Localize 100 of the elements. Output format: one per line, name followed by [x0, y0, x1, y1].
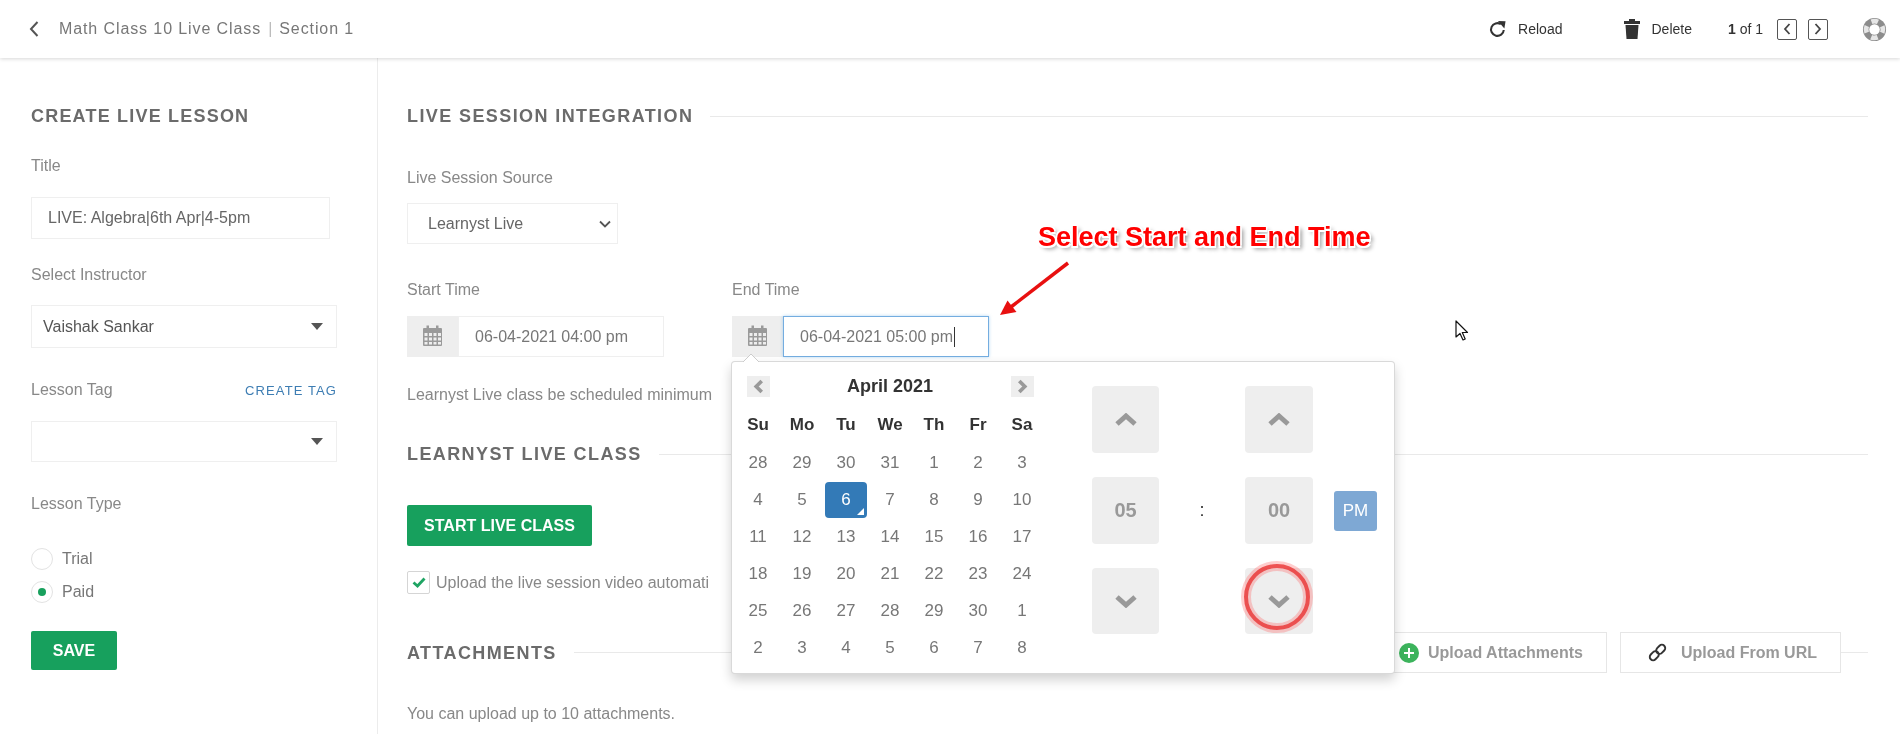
radio-button[interactable] — [31, 581, 53, 603]
chevron-down-icon — [599, 219, 611, 228]
weekday-label: We — [877, 415, 903, 435]
calendar-day[interactable]: 29 — [781, 444, 823, 481]
start-live-class-button[interactable]: START LIVE CLASS — [407, 505, 592, 546]
calendar-day[interactable]: 21 — [869, 555, 911, 592]
weekday-label: Tu — [836, 415, 856, 435]
instructor-select[interactable]: Vaishak Sankar — [31, 305, 337, 348]
calendar-day[interactable]: 18 — [737, 555, 779, 592]
lifebuoy-icon[interactable] — [1862, 16, 1887, 42]
calendar-day[interactable]: 1 — [1001, 592, 1043, 629]
month-title[interactable]: April 2021 — [846, 375, 933, 397]
calendar-day[interactable]: 28 — [869, 592, 911, 629]
today-corner-icon — [857, 507, 864, 515]
calendar-day[interactable]: 7 — [869, 481, 911, 518]
annotation-arrow — [1000, 261, 1070, 315]
calendar-day[interactable]: 8 — [913, 481, 955, 518]
calendar-day[interactable]: 10 — [1001, 481, 1043, 518]
weekday-label: Fr — [969, 415, 987, 435]
calendar-day[interactable]: 3 — [1001, 444, 1043, 481]
field-label: Title — [31, 156, 61, 176]
course-title: Math Class 10 Live Class — [59, 20, 262, 38]
create-tag-link[interactable]: CREATE TAG — [245, 382, 337, 398]
calendar-day[interactable]: 17 — [1001, 518, 1043, 555]
calendar-icon[interactable] — [407, 316, 458, 357]
chevron-down-icon — [1114, 594, 1137, 608]
hour-display[interactable]: 05 — [1092, 477, 1159, 544]
chevron-left-icon — [1783, 23, 1791, 35]
calendar-day[interactable]: 24 — [1001, 555, 1043, 592]
hour-down-button[interactable] — [1092, 568, 1159, 634]
next-page-button[interactable] — [1808, 18, 1828, 40]
source-select[interactable]: Learnyst Live — [407, 203, 618, 244]
reload-icon — [1488, 19, 1508, 39]
calendar-day[interactable]: 12 — [781, 518, 823, 555]
title-input[interactable]: LIVE: Algebra|6th Apr|4-5pm — [31, 197, 330, 239]
period-toggle-button[interactable]: PM — [1334, 490, 1377, 531]
chevron-down-icon — [1268, 594, 1290, 608]
next-month-button[interactable] — [1010, 375, 1034, 397]
calendar-day[interactable]: 30 — [825, 444, 867, 481]
link-icon — [1647, 642, 1668, 663]
calendar-day[interactable]: 30 — [957, 592, 999, 629]
chevron-right-icon — [1814, 23, 1822, 35]
calendar-day[interactable]: 14 — [869, 518, 911, 555]
checkbox[interactable] — [407, 571, 430, 594]
minute-display[interactable]: 00 — [1245, 477, 1313, 544]
calendar-day[interactable]: 2 — [737, 629, 779, 666]
field-label: End Time — [732, 280, 800, 300]
calendar-day[interactable]: 25 — [737, 592, 779, 629]
date-time-input[interactable]: 06-04-2021 05:00 pm — [783, 316, 989, 357]
dropdown-triangle-icon — [311, 438, 323, 445]
calendar-day[interactable]: 5 — [869, 629, 911, 666]
field-label: Lesson Tag — [31, 380, 113, 400]
calendar-day[interactable]: 3 — [781, 629, 823, 666]
chevron-left-icon[interactable] — [29, 21, 39, 37]
calendar-day[interactable]: 13 — [825, 518, 867, 555]
calendar-day[interactable]: 1 — [913, 444, 955, 481]
calendar-day[interactable]: 31 — [869, 444, 911, 481]
calendar-day[interactable]: 19 — [781, 555, 823, 592]
calendar-day[interactable]: 16 — [957, 518, 999, 555]
calendar-day[interactable]: 8 — [1001, 629, 1043, 666]
hour-up-button[interactable] — [1092, 386, 1159, 453]
radio-label: Paid — [62, 583, 95, 601]
calendar-day[interactable]: 29 — [913, 592, 955, 629]
date-time-input[interactable]: 06-04-2021 04:00 pm — [458, 316, 664, 357]
calendar-day[interactable]: 15 — [913, 518, 955, 555]
calendar-day[interactable]: 28 — [737, 444, 779, 481]
field-label: Live Session Source — [407, 168, 553, 188]
section-heading: ATTACHMENTS — [407, 641, 557, 665]
minute-up-button[interactable] — [1245, 386, 1313, 453]
radio-button[interactable] — [31, 548, 53, 570]
previous-month-button[interactable] — [746, 375, 770, 397]
upload-from-url-button[interactable]: Upload From URL — [1620, 632, 1841, 673]
click-ring-icon — [1239, 559, 1315, 635]
text-cursor-icon — [954, 326, 955, 347]
reload-button[interactable]: Reload — [1488, 19, 1563, 39]
radio-label: Trial — [62, 550, 93, 568]
delete-button[interactable]: Delete — [1624, 19, 1692, 39]
section-title: Section 1 — [279, 20, 355, 38]
field-label: Lesson Type — [31, 494, 122, 514]
calendar-icon[interactable] — [732, 316, 783, 357]
calendar-day[interactable]: 4 — [825, 629, 867, 666]
calendar-day[interactable]: 6 — [825, 481, 867, 518]
weekday-label: Su — [747, 415, 769, 435]
plus-circle-icon — [1399, 642, 1419, 663]
calendar-day[interactable]: 7 — [957, 629, 999, 666]
calendar-day[interactable]: 6 — [913, 629, 955, 666]
calendar-day[interactable]: 5 — [781, 481, 823, 518]
calendar-day[interactable]: 2 — [957, 444, 999, 481]
calendar-day[interactable]: 9 — [957, 481, 999, 518]
calendar-day[interactable]: 11 — [737, 518, 779, 555]
attachments-note: You can upload up to 10 attachments. — [407, 704, 676, 724]
calendar-day[interactable]: 22 — [913, 555, 955, 592]
save-button[interactable]: SAVE — [31, 631, 117, 670]
previous-page-button[interactable] — [1777, 18, 1797, 40]
calendar-day[interactable]: 20 — [825, 555, 867, 592]
annotation-text: Select Start and End Time — [1038, 222, 1371, 253]
calendar-day[interactable]: 23 — [957, 555, 999, 592]
calendar-day[interactable]: 4 — [737, 481, 779, 518]
calendar-day[interactable]: 27 — [825, 592, 867, 629]
calendar-day[interactable]: 26 — [781, 592, 823, 629]
